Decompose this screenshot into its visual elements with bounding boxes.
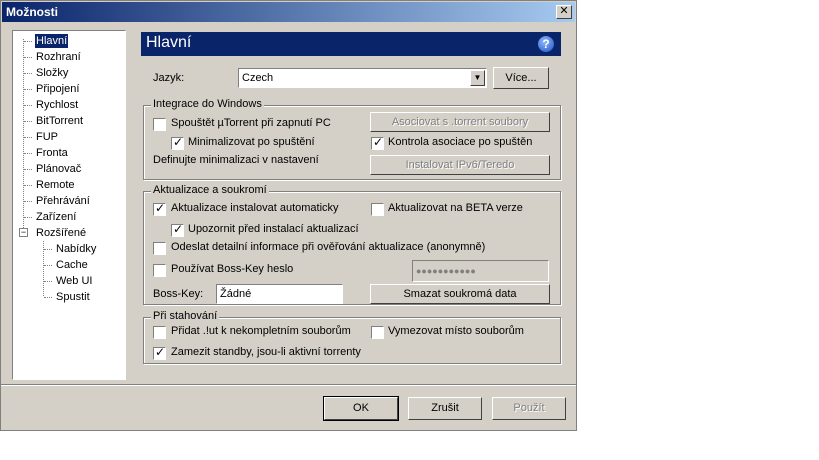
page-header: Hlavní ?: [141, 32, 561, 56]
collapse-icon[interactable]: −: [19, 228, 28, 237]
tree-item-prehravani[interactable]: Přehrávání: [35, 194, 91, 208]
tree-item-bittorrent[interactable]: BitTorrent: [35, 114, 84, 128]
language-select[interactable]: Czech ▼: [238, 68, 487, 88]
close-button[interactable]: ✕: [556, 5, 572, 19]
prevent-standby-label: Zamezit standby, jsou-li aktivní torrent…: [171, 346, 361, 358]
notify-before-label: Upozornit před instalací aktualizací: [188, 223, 359, 235]
tree-item-remote[interactable]: Remote: [35, 178, 76, 192]
associate-torrent-button[interactable]: Asociovat s .torrent soubory: [370, 112, 550, 132]
tree-item-slozky[interactable]: Složky: [35, 66, 69, 80]
group-title: Při stahování: [151, 310, 220, 322]
append-ut-label: Přidat .!ut k nekompletním souborům: [171, 325, 351, 337]
check-association-checkbox[interactable]: [371, 135, 384, 150]
start-with-pc-label: Spouštět µTorrent při zapnutí PC: [171, 117, 331, 129]
tree-item-nabidky[interactable]: Nabídky: [55, 242, 97, 256]
beta-update-checkbox[interactable]: [371, 203, 384, 216]
preallocate-checkbox[interactable]: [371, 326, 384, 339]
minimize-on-start-label: Minimalizovat po spuštění: [188, 136, 315, 148]
settings-tree: Hlavní Rozhraní Složky Připojení Rychlos…: [12, 30, 126, 380]
tree-item-cache[interactable]: Cache: [55, 258, 89, 272]
start-with-pc-checkbox[interactable]: [153, 118, 166, 131]
chevron-down-icon[interactable]: ▼: [470, 70, 485, 86]
append-ut-checkbox[interactable]: [153, 326, 166, 339]
more-languages-button[interactable]: Více...: [493, 67, 549, 89]
tree-item-spustit[interactable]: Spustit: [55, 290, 91, 304]
tree-item-rozsirene[interactable]: Rozšířené: [35, 226, 87, 240]
prevent-standby-checkbox[interactable]: [153, 345, 166, 360]
boss-key-label: Boss-Key:: [153, 288, 204, 300]
language-label: Jazyk:: [153, 72, 185, 84]
boss-key-value: Žádné: [220, 288, 252, 300]
boss-key-password-field[interactable]: ●●●●●●●●●●●: [412, 260, 549, 282]
tree-item-rychlost[interactable]: Rychlost: [35, 98, 79, 112]
check-association-label: Kontrola asociace po spuštěn: [388, 136, 533, 148]
tree-item-planovac[interactable]: Plánovač: [35, 162, 82, 176]
cancel-button[interactable]: Zrušit: [408, 397, 482, 420]
auto-update-checkbox[interactable]: [153, 201, 166, 216]
page-title: Hlavní: [146, 34, 192, 51]
group-title: Aktualizace a soukromí: [151, 184, 269, 196]
install-ipv6-button[interactable]: Instalovat IPv6/Teredo: [370, 155, 550, 175]
tree-item-web-ui[interactable]: Web UI: [55, 274, 93, 288]
tree-item-hlavni[interactable]: Hlavní: [35, 34, 69, 48]
auto-update-label: Aktualizace instalovat automaticky: [171, 202, 339, 214]
options-dialog: Možnosti ✕ Hlavní Rozhraní Složky Připoj…: [0, 0, 577, 431]
notify-before-checkbox[interactable]: [171, 222, 184, 237]
boss-key-field[interactable]: Žádné: [216, 284, 343, 304]
tree-item-fronta[interactable]: Fronta: [35, 146, 69, 160]
beta-update-label: Aktualizovat na BETA verze: [388, 202, 523, 214]
preallocate-label: Vymezovat místo souborům: [388, 325, 524, 337]
apply-button[interactable]: Použít: [492, 397, 566, 420]
tree-item-zarizeni[interactable]: Zařízení: [35, 210, 77, 224]
tree-item-rozhrani[interactable]: Rozhraní: [35, 50, 82, 64]
tree-item-pripojeni[interactable]: Připojení: [35, 82, 80, 96]
tree-line: [23, 39, 24, 232]
send-info-checkbox[interactable]: [153, 242, 166, 255]
define-minimize-label: Definujte minimalizaci v nastavení: [153, 154, 319, 166]
clear-private-data-button[interactable]: Smazat soukromá data: [370, 284, 550, 304]
password-mask: ●●●●●●●●●●●: [416, 266, 476, 276]
close-icon: ✕: [559, 5, 569, 17]
title-bar[interactable]: Možnosti ✕: [2, 2, 575, 22]
boss-key-password-label: Používat Boss-Key heslo: [171, 263, 294, 275]
language-value: Czech: [242, 72, 274, 84]
tree-item-fup[interactable]: FUP: [35, 130, 59, 144]
send-info-label: Odeslat detailní informace při ověřování…: [171, 241, 486, 253]
window-title: Možnosti: [6, 5, 58, 19]
ok-button[interactable]: OK: [323, 396, 399, 421]
minimize-on-start-checkbox[interactable]: [171, 135, 184, 150]
group-title: Integrace do Windows: [151, 98, 264, 110]
boss-key-password-checkbox[interactable]: [153, 264, 166, 277]
footer-separator: [1, 384, 576, 386]
help-icon[interactable]: ?: [538, 36, 554, 52]
